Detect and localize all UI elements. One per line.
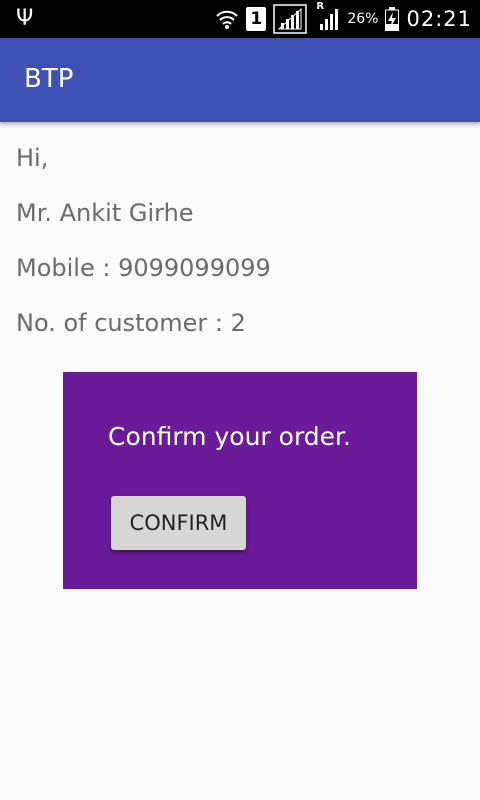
battery-charging-icon <box>385 7 400 31</box>
sim-icon: 1 <box>246 7 267 31</box>
usb-icon: Ψ <box>16 6 34 31</box>
greeting-text: Hi, <box>16 144 49 172</box>
battery-percent: 26% <box>347 11 379 27</box>
confirm-button[interactable]: CONFIRM <box>111 496 246 550</box>
status-bar: Ψ 1 R 26% 02:21 <box>0 0 480 38</box>
signal-icon <box>273 4 308 34</box>
wifi-icon <box>215 8 239 30</box>
app-title: BTP <box>24 64 74 94</box>
status-icons: 1 R 26% 02:21 <box>215 0 472 38</box>
confirm-message: Confirm your order. <box>108 422 351 451</box>
roaming-indicator: R <box>316 1 325 12</box>
mobile-number: Mobile : 9099099099 <box>16 254 271 282</box>
clock: 02:21 <box>406 7 472 31</box>
app-bar: BTP <box>0 38 480 122</box>
customer-count: No. of customer : 2 <box>16 309 246 337</box>
customer-name: Mr. Ankit Girhe <box>16 199 194 227</box>
confirm-panel: Confirm your order. CONFIRM <box>63 372 417 589</box>
signal-roaming-icon: R <box>314 1 340 34</box>
